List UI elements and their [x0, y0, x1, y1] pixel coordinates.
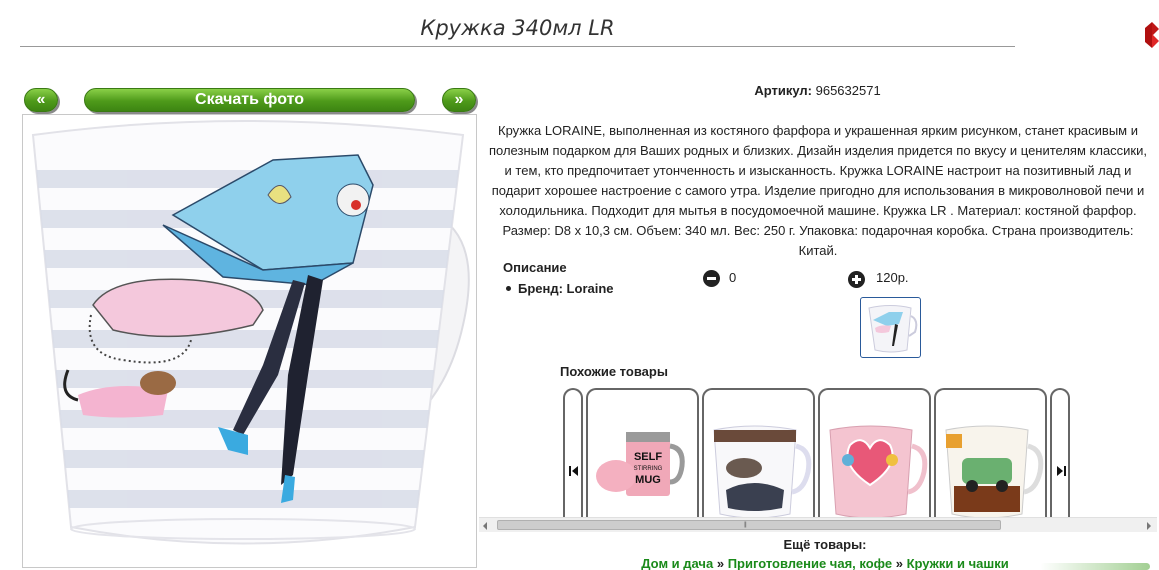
- article-label: Артикул:: [754, 83, 812, 98]
- quantity-value: 0: [729, 270, 737, 285]
- breadcrumb-separator: »: [716, 556, 725, 570]
- last-icon: [1057, 466, 1066, 476]
- card-art-text: STIRRING: [634, 466, 663, 472]
- similar-products-heading: Похожие товары: [560, 364, 668, 379]
- plus-icon[interactable]: [848, 271, 865, 288]
- breadcrumb-separator: »: [895, 556, 903, 570]
- card-art-text: MUG: [635, 474, 661, 486]
- download-photo-button[interactable]: Скачать фото: [84, 88, 415, 112]
- brand-text: Бренд: Loraine: [518, 281, 614, 296]
- close-icon[interactable]: [1142, 20, 1159, 50]
- scrollbar-thumb[interactable]: |||: [497, 520, 1001, 530]
- horizontal-scrollbar[interactable]: |||: [479, 517, 1157, 532]
- first-icon: [569, 466, 578, 476]
- page-title: Кружка 340мл LR: [420, 16, 615, 40]
- brand-item: Бренд: Loraine: [506, 281, 614, 296]
- carousel-next-button[interactable]: [1050, 388, 1070, 520]
- title-divider: [20, 46, 1015, 47]
- prev-photo-button[interactable]: «: [24, 88, 58, 112]
- similar-product-card[interactable]: [818, 388, 931, 520]
- similar-product-card[interactable]: SELF STIRRING MUG: [586, 388, 699, 520]
- scroll-right-icon[interactable]: [1147, 522, 1151, 530]
- description-heading: Описание: [503, 260, 567, 275]
- article-line: Артикул: 965632571: [480, 83, 1155, 98]
- more-products-heading: Ещё товары:: [783, 537, 867, 552]
- product-thumbnail[interactable]: [860, 297, 921, 358]
- decorative-strip: [1040, 563, 1150, 570]
- price-value: 120р.: [876, 270, 909, 285]
- product-description: Кружка LORAINE, выполненная из костяного…: [488, 123, 1147, 258]
- card-art-text: SELF: [634, 451, 662, 463]
- minus-icon[interactable]: [703, 270, 720, 287]
- product-photo: [22, 114, 477, 568]
- similar-product-card[interactable]: [934, 388, 1047, 520]
- next-photo-button[interactable]: »: [442, 88, 476, 112]
- similar-product-card[interactable]: [702, 388, 815, 520]
- breadcrumb-link[interactable]: Приготовление чая, кофе: [728, 556, 892, 570]
- scroll-left-icon[interactable]: [483, 522, 487, 530]
- bullet-icon: [506, 286, 511, 292]
- article-value: 965632571: [815, 83, 881, 98]
- breadcrumb-link[interactable]: Кружки и чашки: [907, 556, 1009, 570]
- carousel-prev-button[interactable]: [563, 388, 583, 520]
- breadcrumb-link[interactable]: Дом и дача: [641, 556, 713, 570]
